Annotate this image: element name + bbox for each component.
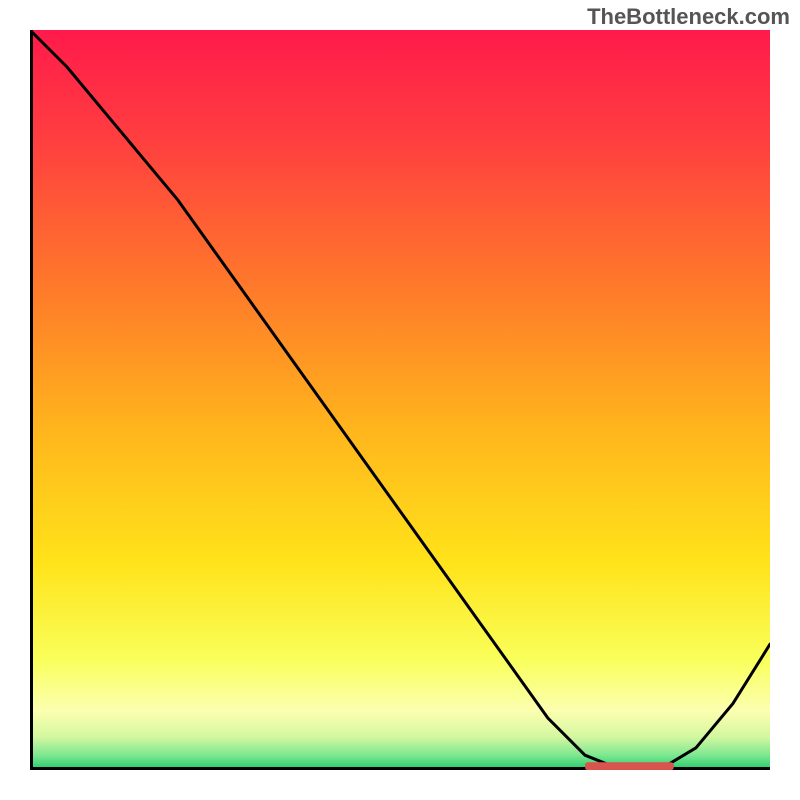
marker-bar — [585, 762, 674, 770]
plot-area — [30, 30, 770, 770]
gradient-background — [30, 30, 770, 770]
watermark-text: TheBottleneck.com — [587, 4, 790, 30]
chart-container: TheBottleneck.com — [0, 0, 800, 800]
chart-svg — [30, 30, 770, 770]
